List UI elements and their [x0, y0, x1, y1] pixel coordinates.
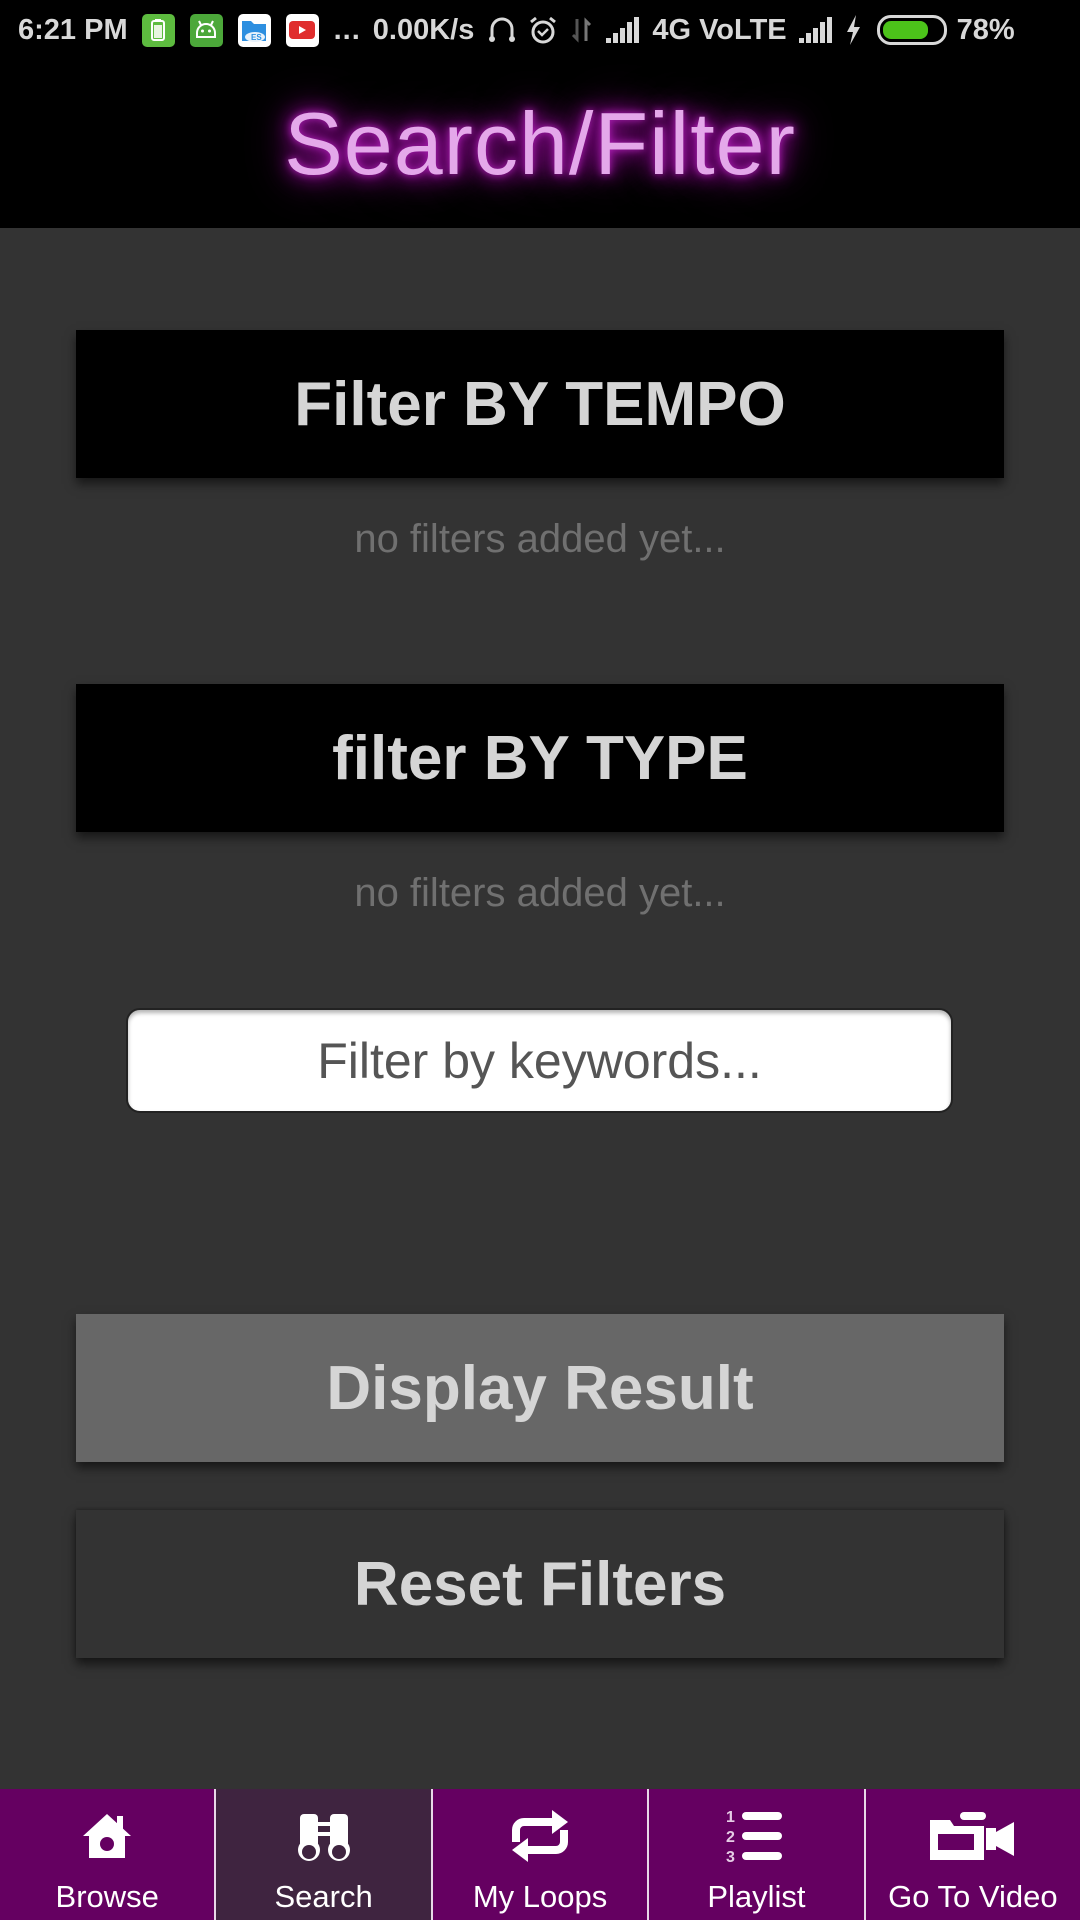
- page-title: Search/Filter: [284, 94, 796, 193]
- svg-text:2: 2: [726, 1829, 735, 1846]
- binoculars-icon: [294, 1805, 354, 1867]
- nav-browse-label: Browse: [55, 1879, 159, 1914]
- repeat-icon: [504, 1805, 576, 1867]
- battery-percent: 78%: [956, 13, 1015, 46]
- type-filters-status: no filters added yet...: [354, 871, 726, 915]
- headset-icon: [488, 15, 516, 45]
- reset-filters-button[interactable]: Reset Filters: [76, 1510, 1004, 1658]
- nav-playlist[interactable]: 1 2 3 Playlist: [649, 1789, 866, 1920]
- status-time: 6:21 PM: [18, 13, 128, 46]
- status-bar: 6:21 PM ES ... 0.00K/s 4G VoLTE 78%: [0, 0, 1080, 60]
- network-type: 4G VoLTE: [652, 13, 787, 46]
- tempo-filters-status: no filters added yet...: [354, 517, 726, 561]
- nav-go-to-video-label: Go To Video: [888, 1879, 1058, 1914]
- nav-search-label: Search: [274, 1879, 373, 1914]
- signal-icon-2: [798, 17, 833, 43]
- display-result-button[interactable]: Display Result: [76, 1314, 1004, 1462]
- more-notifications-indicator: ...: [333, 13, 361, 46]
- filter-by-type-button[interactable]: filter BY TYPE: [76, 684, 1004, 832]
- filter-by-tempo-button[interactable]: Filter BY TEMPO: [76, 330, 1004, 478]
- es-file-explorer-icon: ES: [237, 13, 271, 47]
- network-speed: 0.00K/s: [372, 13, 475, 46]
- charging-icon: [845, 15, 861, 45]
- data-transfer-icon: [570, 15, 594, 45]
- nav-my-loops[interactable]: My Loops: [432, 1789, 650, 1920]
- svg-text:ES: ES: [251, 33, 262, 42]
- numbered-list-icon: 1 2 3: [724, 1805, 788, 1867]
- keyword-search-input[interactable]: [126, 1008, 953, 1113]
- android-app-icon: [189, 13, 223, 47]
- battery-level-fill: [882, 21, 928, 39]
- nav-my-loops-label: My Loops: [472, 1879, 608, 1914]
- home-icon: [79, 1805, 135, 1867]
- nav-browse[interactable]: Browse: [0, 1789, 217, 1920]
- alarm-icon: [528, 15, 558, 45]
- nav-go-to-video[interactable]: Go To Video: [865, 1789, 1080, 1920]
- svg-text:3: 3: [726, 1849, 735, 1866]
- youtube-icon: [285, 13, 319, 47]
- bottom-navigation: Browse Search My Loops 1 2 3 Playlist Go T…: [0, 1789, 1080, 1920]
- svg-text:1: 1: [726, 1809, 735, 1826]
- nav-search[interactable]: Search: [216, 1789, 433, 1920]
- video-camera-icon: [928, 1805, 1018, 1867]
- signal-icon: [606, 17, 640, 43]
- battery-saver-icon: [141, 13, 175, 47]
- battery-icon: [876, 15, 947, 45]
- nav-playlist-label: Playlist: [707, 1879, 806, 1914]
- page-header: Search/Filter: [0, 60, 1080, 228]
